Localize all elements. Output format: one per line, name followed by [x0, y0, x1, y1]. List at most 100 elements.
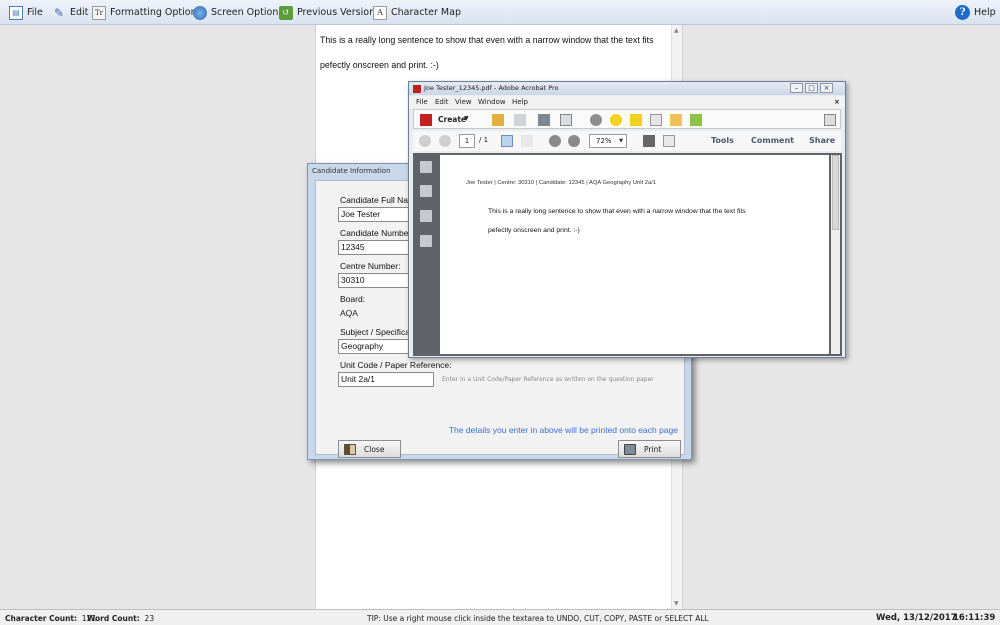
pdf-page: Joe Tester | Centre: 30310 | Candidate: … — [440, 155, 829, 354]
unit-code-label: Unit Code / Paper Reference: — [340, 360, 452, 370]
tools-pane-button[interactable]: Tools — [711, 136, 734, 145]
character-count-label: Character Count: — [5, 614, 78, 623]
settings-gear-icon[interactable] — [590, 114, 602, 126]
word-count-value: 23 — [144, 614, 155, 623]
page-total: / 1 — [479, 136, 489, 144]
fit-width-icon[interactable] — [663, 135, 675, 147]
menu-character-map[interactable]: A Character Map — [373, 4, 461, 21]
export-icon[interactable] — [670, 114, 682, 126]
zoom-level-select[interactable]: 72% ▼ — [589, 134, 627, 148]
next-page-icon[interactable] — [439, 135, 451, 147]
pdf-scroll-thumb[interactable] — [832, 155, 839, 230]
print-icon[interactable] — [538, 114, 550, 126]
close-button-label: Close — [364, 444, 385, 454]
editor-content[interactable]: This is a really long sentence to show t… — [320, 28, 665, 78]
pdf-line: pefectly onscreen and print. :-) — [488, 227, 580, 234]
word-count: Word Count: 23 — [87, 614, 154, 623]
pdf-scrollbar[interactable] — [831, 155, 840, 354]
upload-icon[interactable] — [690, 114, 702, 126]
menu-edit[interactable]: ✎ Edit — [52, 4, 88, 21]
maximize-icon[interactable]: □ — [805, 83, 818, 93]
minimize-icon[interactable]: – — [790, 83, 803, 93]
menu-help[interactable]: ? Help — [955, 4, 996, 21]
menu-screen-label: Screen Options — [211, 7, 284, 18]
pencil-icon: ✎ — [53, 5, 65, 20]
create-dropdown-icon[interactable]: ▼ — [464, 115, 469, 122]
candidate-number-label: Candidate Number: — [340, 228, 414, 238]
zoom-level-value: 72% — [596, 137, 612, 145]
menu-file-label: File — [27, 7, 43, 18]
printer-icon — [624, 443, 636, 455]
acrobat-menu-bar: File Edit View Window Help × — [409, 96, 845, 108]
screen-options-icon — [193, 5, 207, 20]
menu-screen-options[interactable]: Screen Options — [193, 4, 283, 21]
menu-bar: ▤ File ✎ Edit Tr Formatting Options Scre… — [0, 0, 1000, 25]
menu-formatting-options[interactable]: Tr Formatting Options — [92, 4, 202, 21]
menu-formatting-label: Formatting Options — [110, 7, 202, 18]
highlight-icon[interactable] — [630, 114, 642, 126]
acrobat-menu-window[interactable]: Window — [478, 96, 506, 108]
unit-code-hint: Enter in a Unit Code/Paper Reference as … — [442, 376, 654, 383]
select-cursor-icon[interactable] — [501, 135, 513, 147]
file-icon: ▤ — [9, 5, 23, 20]
page-thumbnails-icon[interactable] — [420, 161, 432, 173]
zoom-in-icon[interactable] — [568, 135, 580, 147]
pdf-file-icon — [413, 85, 421, 93]
zoom-dropdown-icon: ▼ — [619, 138, 623, 144]
close-door-icon — [344, 443, 356, 455]
close-document-icon[interactable]: × — [834, 96, 840, 108]
comment-pane-button[interactable]: Comment — [751, 136, 794, 145]
print-button[interactable]: Print — [618, 440, 681, 458]
menu-charmap-label: Character Map — [391, 7, 461, 18]
document-view[interactable]: Joe Tester | Centre: 30310 | Candidate: … — [439, 153, 842, 356]
acrobat-menu-edit[interactable]: Edit — [435, 96, 449, 108]
comment-bubble-icon[interactable] — [610, 114, 622, 126]
navigation-pane — [413, 153, 439, 356]
board-label: Board: — [340, 294, 366, 304]
centre-number-label: Centre Number: — [340, 261, 401, 271]
text-format-icon: Tr — [92, 5, 106, 20]
prev-page-icon[interactable] — [419, 135, 431, 147]
print-note: The details you enter in above will be p… — [448, 425, 678, 435]
scroll-down-icon[interactable]: ▼ — [674, 600, 679, 607]
help-icon: ? — [955, 5, 970, 20]
close-window-icon[interactable]: × — [820, 83, 833, 93]
email-icon[interactable] — [560, 114, 572, 126]
acrobat-menu-help[interactable]: Help — [512, 96, 528, 108]
acrobat-menu-file[interactable]: File — [416, 96, 428, 108]
menu-help-label: Help — [974, 7, 996, 18]
share-pane-button[interactable]: Share — [809, 136, 835, 145]
signatures-icon[interactable] — [420, 235, 432, 247]
pdf-header: Joe Tester | Centre: 30310 | Candidate: … — [466, 180, 657, 186]
create-button[interactable]: Create — [438, 115, 466, 124]
fullscreen-icon[interactable] — [824, 114, 836, 126]
bookmarks-icon[interactable] — [420, 185, 432, 197]
menu-edit-label: Edit — [70, 7, 89, 18]
zoom-out-icon[interactable] — [549, 135, 561, 147]
page-number-field[interactable]: 1 — [459, 134, 475, 148]
board-value[interactable]: AQA — [340, 308, 358, 318]
close-button[interactable]: Close — [338, 440, 401, 458]
open-folder-icon[interactable] — [492, 114, 504, 126]
status-bar: Character Count: 121 Word Count: 23 TIP:… — [0, 609, 1000, 625]
hand-tool-icon[interactable] — [521, 135, 533, 147]
attachments-icon[interactable] — [420, 210, 432, 222]
scroll-up-icon[interactable]: ▲ — [674, 27, 679, 34]
menu-previous-label: Previous Versions — [297, 7, 381, 18]
editor-line: pefectly onscreen and print. :-) — [320, 60, 439, 70]
create-icon — [420, 114, 432, 126]
acrobat-menu-view[interactable]: View — [455, 96, 472, 108]
menu-file[interactable]: ▤ File — [9, 4, 43, 21]
status-tip: TIP: Use a right mouse click inside the … — [367, 614, 709, 623]
character-map-icon: A — [373, 5, 387, 20]
fit-page-icon[interactable] — [643, 135, 655, 147]
pdf-line: This is a really long sentence to show t… — [488, 208, 746, 215]
dialog-title: Candidate Information — [312, 167, 391, 175]
acrobat-nav-toolbar: 1 / 1 72% ▼ Tools Comment Share — [413, 131, 841, 151]
unit-code-field[interactable]: Unit 2a/1 — [338, 372, 434, 387]
editor-line: This is a really long sentence to show t… — [320, 35, 654, 45]
save-icon[interactable] — [514, 114, 526, 126]
menu-previous-versions[interactable]: ↺ Previous Versions — [279, 4, 380, 21]
sign-icon[interactable] — [650, 114, 662, 126]
acrobat-window: Joe Tester_12345.pdf - Adobe Acrobat Pro… — [408, 81, 846, 358]
